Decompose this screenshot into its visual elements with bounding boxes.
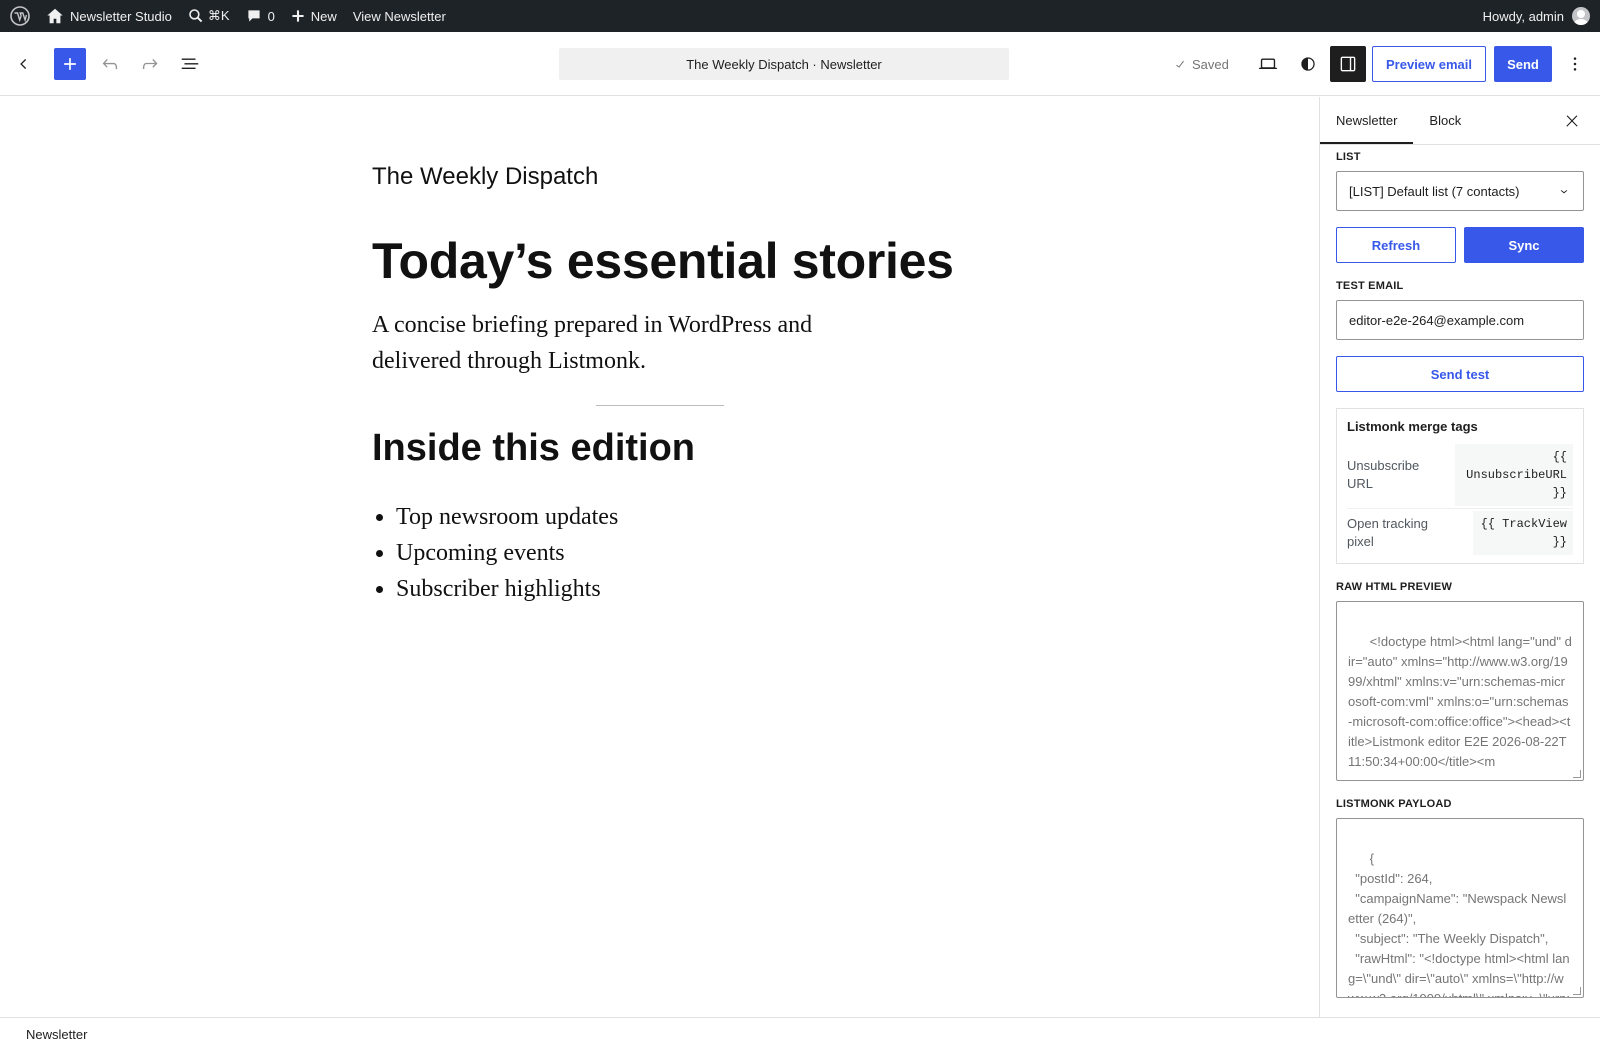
payload-label: Listmonk payload <box>1336 798 1452 810</box>
settings-sidebar-toggle[interactable] <box>1330 46 1366 82</box>
undo-icon <box>102 58 118 69</box>
undo-button[interactable] <box>92 46 128 82</box>
subheading-block[interactable]: Inside this edition <box>372 427 695 470</box>
list-item[interactable]: Subscriber highlights <box>396 571 618 607</box>
merge-tags-box: Listmonk merge tags Unsubscribe URL {{ U… <box>1336 408 1584 564</box>
desktop-icon <box>1258 58 1278 70</box>
avatar <box>1572 7 1590 25</box>
resize-handle[interactable] <box>1573 987 1581 995</box>
list-block[interactable]: Top newsroom updates Upcoming events Sub… <box>396 499 618 607</box>
new-content-link[interactable]: New <box>283 0 345 32</box>
separator-block[interactable] <box>596 405 724 406</box>
block-inserter-button[interactable] <box>54 47 86 80</box>
plus-icon <box>292 10 304 22</box>
document-title[interactable]: The Weekly Dispatch · Newsletter <box>559 48 1009 80</box>
merge-tag-code[interactable]: {{ TrackView }} <box>1473 511 1573 555</box>
sidebar-icon <box>1340 56 1356 72</box>
merge-tag-row: Unsubscribe URL {{ UnsubscribeURL }} <box>1347 442 1573 509</box>
preview-email-button[interactable]: Preview email <box>1372 46 1486 82</box>
intro-paragraph-block[interactable]: A concise briefing prepared in WordPress… <box>372 307 892 379</box>
more-vertical-icon <box>1573 57 1577 71</box>
test-email-value: editor-e2e-264@example.com <box>1349 312 1525 328</box>
chevron-down-icon <box>1560 190 1568 194</box>
home-icon <box>47 8 63 24</box>
redo-icon <box>142 58 158 69</box>
editor-header: The Weekly Dispatch · Newsletter Saved P… <box>0 32 1600 96</box>
back-button[interactable] <box>6 46 42 82</box>
refresh-button[interactable]: Refresh <box>1336 227 1456 263</box>
merge-tag-code[interactable]: {{ UnsubscribeURL }} <box>1455 444 1573 506</box>
editor-canvas[interactable]: The Weekly Dispatch Today’s essential st… <box>0 97 1319 1017</box>
breadcrumb-item[interactable]: Newsletter <box>26 1027 87 1042</box>
merge-tags-title: Listmonk merge tags <box>1347 419 1478 434</box>
site-name: Newsletter Studio <box>70 8 172 24</box>
redo-button[interactable] <box>132 46 168 82</box>
close-sidebar-button[interactable] <box>1554 103 1590 139</box>
contrast-icon <box>1301 57 1315 71</box>
list-view-icon <box>181 58 199 69</box>
resize-handle[interactable] <box>1573 770 1581 778</box>
chevron-left-icon <box>20 58 27 69</box>
merge-tag-row: Open tracking pixel {{ TrackView }} <box>1347 509 1573 557</box>
new-label: New <box>310 8 337 24</box>
account-menu[interactable]: Howdy, admin <box>1475 0 1600 32</box>
document-overview-button[interactable] <box>172 46 208 82</box>
search-icon <box>189 9 203 23</box>
list-label: List <box>1336 151 1361 163</box>
list-item[interactable]: Upcoming events <box>396 535 618 571</box>
options-menu-button[interactable] <box>1560 46 1590 82</box>
tab-newsletter[interactable]: Newsletter <box>1320 97 1413 144</box>
test-email-label: Test email <box>1336 280 1404 292</box>
check-icon <box>1176 60 1184 68</box>
close-icon <box>1566 115 1578 127</box>
view-newsletter-link[interactable]: View Newsletter <box>345 0 454 32</box>
device-preview-button[interactable] <box>1250 46 1286 82</box>
site-name-link[interactable]: Newsletter Studio <box>38 0 180 32</box>
view-newsletter-label: View Newsletter <box>352 8 446 24</box>
payload-textarea[interactable]: { "postId": 264, "campaignName": "Newspa… <box>1336 818 1584 998</box>
admin-bar: Newsletter Studio ⌘K 0 New View Newslett… <box>0 0 1600 32</box>
sync-actions: Refresh Sync <box>1336 227 1584 263</box>
sync-button[interactable]: Sync <box>1464 227 1584 263</box>
list-select-value: [LIST] Default list (7 contacts) <box>1349 183 1520 199</box>
merge-tag-name: Unsubscribe URL <box>1347 458 1420 491</box>
saved-label: Saved <box>1192 56 1229 72</box>
saved-status: Saved <box>1172 46 1229 82</box>
payload-content: { "postId": 264, "campaignName": "Newspa… <box>1348 851 1570 997</box>
headline-block[interactable]: Today’s essential stories <box>372 232 954 290</box>
preview-email-label: Preview email <box>1386 56 1472 72</box>
list-item[interactable]: Top newsroom updates <box>396 499 618 535</box>
search-shortcut: ⌘K <box>207 8 230 23</box>
merge-tag-name: Open tracking pixel <box>1347 516 1428 549</box>
plus-icon <box>64 57 76 70</box>
raw-html-content: <!doctype html><html lang="und" dir="aut… <box>1348 634 1572 769</box>
sidebar-tabs: Newsletter Block <box>1320 97 1600 145</box>
comment-icon <box>247 10 260 22</box>
wordpress-logo-icon[interactable] <box>2 0 38 32</box>
newsletter-panel: List [LIST] Default list (7 contacts) Re… <box>1320 151 1600 998</box>
send-label: Send <box>1507 56 1539 72</box>
block-breadcrumb: Newsletter <box>0 1017 1600 1050</box>
raw-html-label: Raw HTML preview <box>1336 581 1453 593</box>
list-select[interactable]: [LIST] Default list (7 contacts) <box>1336 171 1584 211</box>
comments-link[interactable]: 0 <box>238 0 283 32</box>
document-title-text: The Weekly Dispatch · Newsletter <box>686 56 882 72</box>
send-test-button[interactable]: Send test <box>1336 356 1584 392</box>
styles-button[interactable] <box>1290 46 1326 82</box>
send-button[interactable]: Send <box>1494 46 1552 82</box>
comments-count: 0 <box>267 8 275 24</box>
test-email-field[interactable]: editor-e2e-264@example.com <box>1336 300 1584 340</box>
tab-block[interactable]: Block <box>1413 97 1477 144</box>
command-palette-button[interactable]: ⌘K <box>180 0 238 32</box>
raw-html-textarea[interactable]: <!doctype html><html lang="und" dir="aut… <box>1336 601 1584 781</box>
site-title-block[interactable]: The Weekly Dispatch <box>372 163 598 191</box>
settings-sidebar: Newsletter Block List [LIST] Default lis… <box>1319 97 1600 1017</box>
greeting: Howdy, admin <box>1482 8 1564 24</box>
